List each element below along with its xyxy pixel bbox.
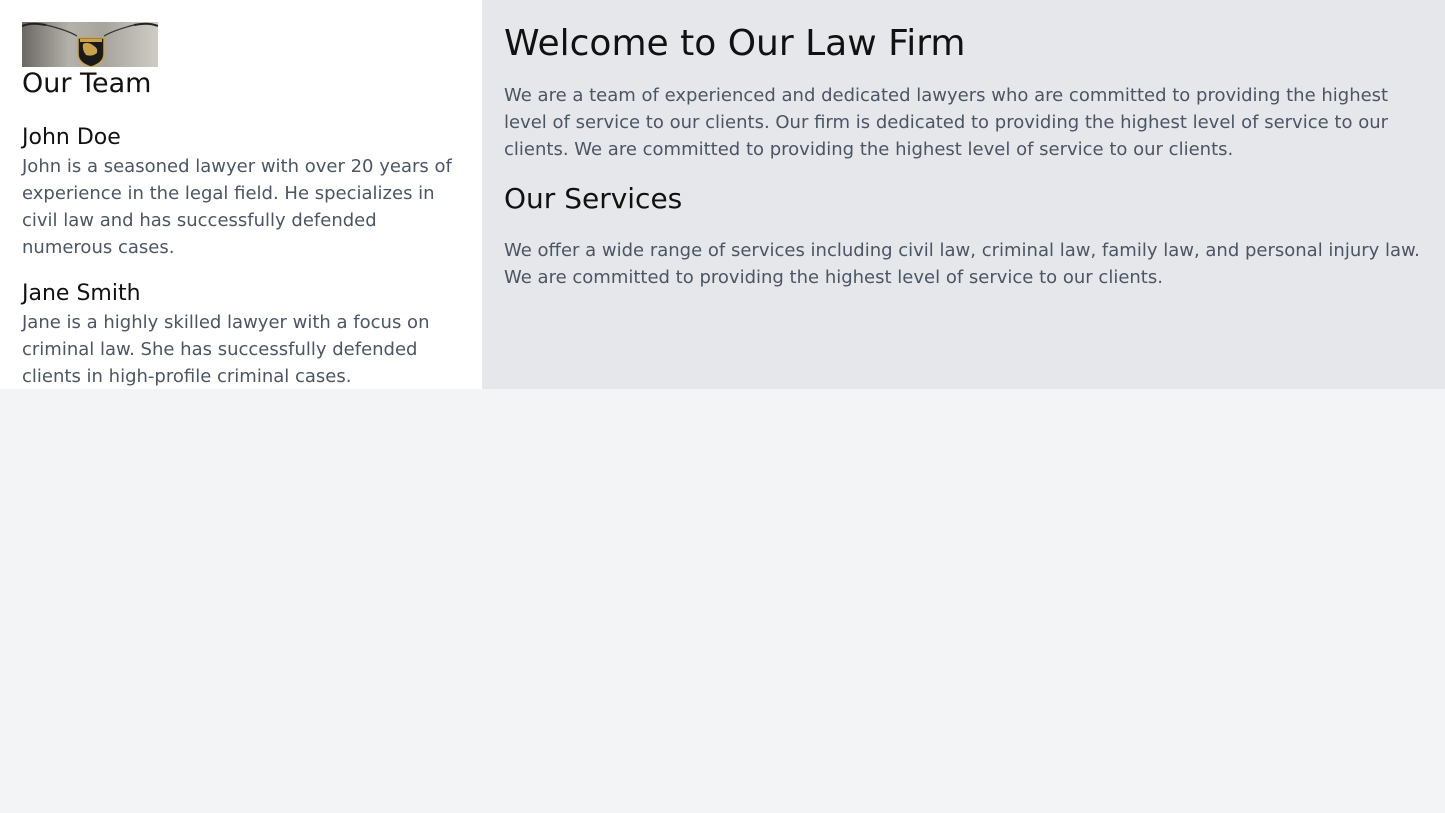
member-bio: Jane is a highly skilled lawyer with a f…	[22, 312, 430, 387]
team-member: Jane Smith Jane is a highly skilled lawy…	[22, 279, 460, 390]
services-heading: Our Services	[504, 182, 683, 215]
page-layout: Our Team John Doe John is a seasoned law…	[0, 0, 1445, 389]
team-member: John Doe John is a seasoned lawyer with …	[22, 123, 460, 261]
intro-paragraph: We are a team of experienced and dedicat…	[504, 85, 1389, 160]
team-heading: Our Team	[22, 68, 152, 99]
main-content: Welcome to Our Law Firm We are a team of…	[482, 0, 1445, 389]
member-name: Jane Smith	[22, 281, 141, 306]
page-title: Welcome to Our Law Firm	[504, 23, 966, 64]
lamborghini-crest-icon	[22, 22, 158, 67]
services-paragraph: We offer a wide range of services includ…	[504, 240, 1420, 288]
member-name: John Doe	[22, 125, 121, 150]
sidebar: Our Team John Doe John is a seasoned law…	[0, 0, 482, 389]
member-bio: John is a seasoned lawyer with over 20 y…	[22, 156, 452, 258]
